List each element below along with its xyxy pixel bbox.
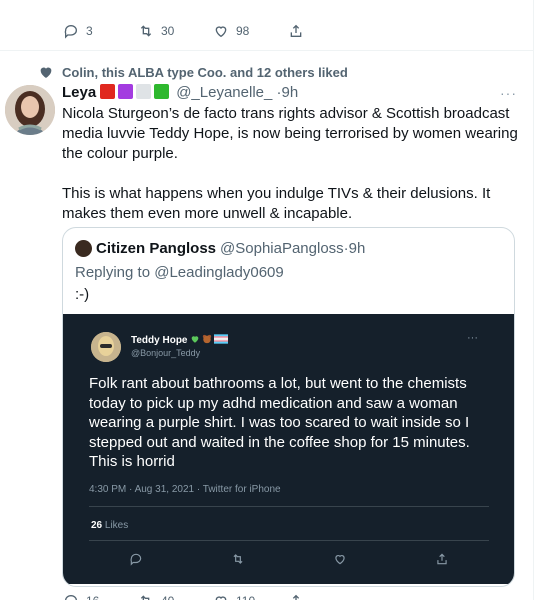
name-emoji-flags [100,84,172,101]
retweet-count: 30 [161,24,175,38]
reply-count: 3 [86,24,93,38]
retweet-icon [137,22,155,40]
more-options-icon[interactable]: ··· [500,85,517,101]
quote-text: :-) [75,286,90,303]
retweet-icon [137,592,155,600]
retweet-button[interactable]: 40 [137,592,212,600]
share-button[interactable] [287,592,362,600]
teddy-bear-icon [202,334,212,347]
like-button[interactable]: 110 [212,592,287,600]
color-square-icon [136,84,152,99]
quote-author-name: Citizen Pangloss [96,240,217,257]
reply-icon [62,592,80,600]
heart-outline-icon [212,592,230,600]
embedded-heart-icon [333,552,347,571]
color-square-icon [154,84,170,99]
column-border [533,0,534,600]
like-count: 110 [236,594,255,600]
tweet-divider [0,50,533,51]
replying-to-mention[interactable]: @Leadinglady0609 [154,264,284,281]
color-square-icon [100,84,116,99]
embedded-more-icon: ··· [467,332,478,344]
quoted-tweet[interactable]: Citizen Pangloss @SophiaPangloss·9h Repl… [62,227,515,587]
retweet-button[interactable]: 30 [137,22,212,40]
reply-count: 16 [86,594,99,600]
share-button[interactable] [287,22,362,40]
embedded-name: Teddy Hope [131,334,229,347]
tweet-text: Nicola Sturgeon’s de facto trans rights … [62,105,518,222]
embedded-avatar [91,332,121,362]
share-icon [287,22,305,40]
social-context-text: Colin, this ALBA type Coo. and 12 others… [62,64,348,80]
tweet-actions: 16 40 110 [62,592,362,600]
share-icon [287,592,305,600]
embedded-retweet-icon [231,552,245,571]
embedded-share-icon [435,552,449,571]
embedded-divider [89,540,489,541]
author-name[interactable]: Leya [62,84,96,101]
quote-author-handle: @SophiaPangloss·9h [220,240,366,257]
reply-icon [62,22,80,40]
like-button[interactable]: 98 [212,22,287,40]
embedded-screenshot[interactable]: Teddy Hope @Bonjour_Teddy ··· Folk rant … [63,314,514,584]
embedded-divider [89,506,489,507]
author-handle[interactable]: @_Leyanelle_ ·9h [176,84,298,101]
avatar[interactable] [5,85,55,135]
heart-filled-icon [38,64,54,80]
tweet-header: Leya @_Leyanelle_ ·9h ··· [62,84,517,101]
embedded-handle: @Bonjour_Teddy [131,348,201,358]
reply-button[interactable]: 3 [62,22,137,40]
embedded-reply-icon [129,552,143,571]
heart-outline-icon [212,22,230,40]
embedded-likes: 26 Likes [91,520,129,531]
social-context[interactable]: Colin, this ALBA type Coo. and 12 others… [38,64,348,80]
embedded-meta: 4:30 PM · Aug 31, 2021 · Twitter for iPh… [89,484,281,495]
quote-avatar [75,240,92,257]
previous-tweet-actions: 3 30 98 [62,22,362,40]
embedded-actions [129,552,449,571]
color-square-icon [118,84,134,99]
embedded-text: Folk rant about bathrooms a lot, but wen… [89,375,470,470]
retweet-count: 40 [161,594,174,600]
reply-button[interactable]: 16 [62,592,137,600]
replying-to: Replying to @Leadinglady0609 [75,264,284,281]
quote-header: Citizen Pangloss @SophiaPangloss·9h [75,240,365,257]
tweet-time: 9h [281,84,299,101]
like-count: 98 [236,24,250,38]
trans-flag-icon [214,334,229,347]
green-heart-icon [190,334,200,347]
